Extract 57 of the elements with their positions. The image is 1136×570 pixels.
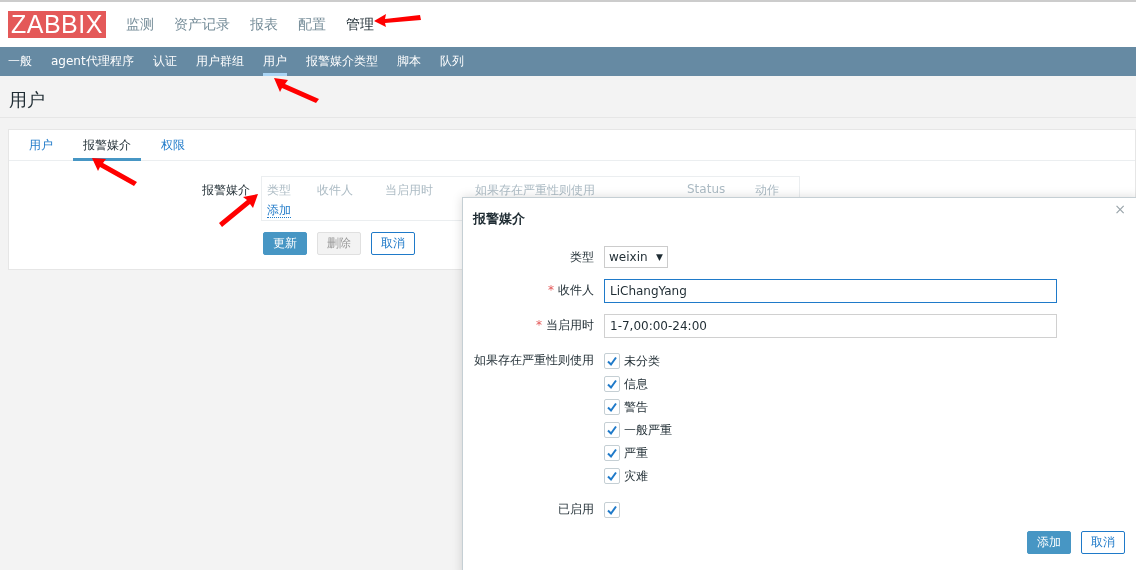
checkbox[interactable]	[604, 445, 620, 461]
text-input[interactable]: 1-7,00:00-24:00	[604, 314, 1057, 338]
dialog-button[interactable]: 取消	[1081, 531, 1125, 554]
add-link[interactable]: 添加	[267, 203, 291, 218]
checkbox[interactable]	[604, 376, 620, 392]
checkbox-label: 警告	[624, 398, 648, 416]
nav-menu-item[interactable]: 配置	[297, 15, 326, 34]
column-header: 当启用时	[385, 182, 434, 199]
annotation-arrow	[92, 158, 138, 188]
field-label: 报警媒介	[202, 183, 250, 197]
nav-menu-item[interactable]: 资产记录	[173, 15, 230, 34]
checkbox-label: 灾难	[624, 467, 648, 485]
nav-menu-item[interactable]: 报表	[249, 15, 278, 34]
required-mark: *	[536, 317, 542, 334]
checkbox[interactable]	[604, 399, 620, 415]
tab[interactable]: 用户	[19, 130, 63, 161]
dialog-button[interactable]: 添加	[1027, 531, 1071, 554]
field-label: 当启用时	[546, 317, 594, 334]
type-select[interactable]: weixin ▼	[604, 246, 668, 268]
text-input[interactable]: LiChangYang	[604, 279, 1057, 303]
checkbox[interactable]	[604, 422, 620, 438]
column-header: 如果存在严重性则使用	[475, 182, 596, 199]
column-header: Status	[687, 182, 727, 198]
annotation-arrow	[274, 78, 320, 104]
checkbox-label: 严重	[624, 444, 648, 462]
form-button[interactable]: 更新	[263, 232, 307, 255]
submenu-item[interactable]: 认证	[152, 47, 177, 76]
annotation-arrow	[374, 12, 422, 28]
field-label: 类型	[569, 249, 594, 266]
form-button[interactable]: 取消	[371, 232, 415, 255]
submenu-item[interactable]: 脚本	[396, 47, 421, 76]
zabbix-logo[interactable]: ZABBIX	[8, 11, 106, 38]
submenu-item[interactable]: 一般	[8, 47, 32, 76]
dialog-title: 报警媒介	[473, 210, 526, 228]
checkbox-label: 信息	[624, 375, 648, 393]
field-label: 收件人	[558, 282, 594, 299]
column-header: 动作	[755, 182, 780, 199]
checkbox-label: 未分类	[624, 352, 660, 370]
field-label: 已启用	[557, 501, 594, 518]
annotation-arrow	[218, 194, 258, 230]
tab[interactable]: 权限	[151, 130, 195, 161]
submenu-item[interactable]: agent代理程序	[51, 47, 134, 76]
checkbox[interactable]	[604, 353, 620, 369]
close-button[interactable]: ×	[1114, 201, 1126, 217]
nav-menu-item[interactable]: 管理	[345, 15, 374, 34]
required-mark: *	[548, 282, 554, 299]
field-label: 如果存在严重性则使用	[473, 352, 594, 369]
column-header: 类型	[267, 182, 292, 199]
checkbox[interactable]	[604, 502, 620, 518]
column-header: 收件人	[317, 182, 354, 199]
checkbox-label: 一般严重	[624, 421, 672, 439]
submenu-item[interactable]: 报警媒介类型	[305, 47, 378, 76]
submenu-item[interactable]: 用户	[262, 47, 287, 76]
submenu-item[interactable]: 队列	[439, 47, 464, 76]
submenu-item[interactable]: 用户群组	[195, 47, 244, 76]
nav-menu-item[interactable]: 监测	[125, 15, 154, 34]
checkbox[interactable]	[604, 468, 620, 484]
